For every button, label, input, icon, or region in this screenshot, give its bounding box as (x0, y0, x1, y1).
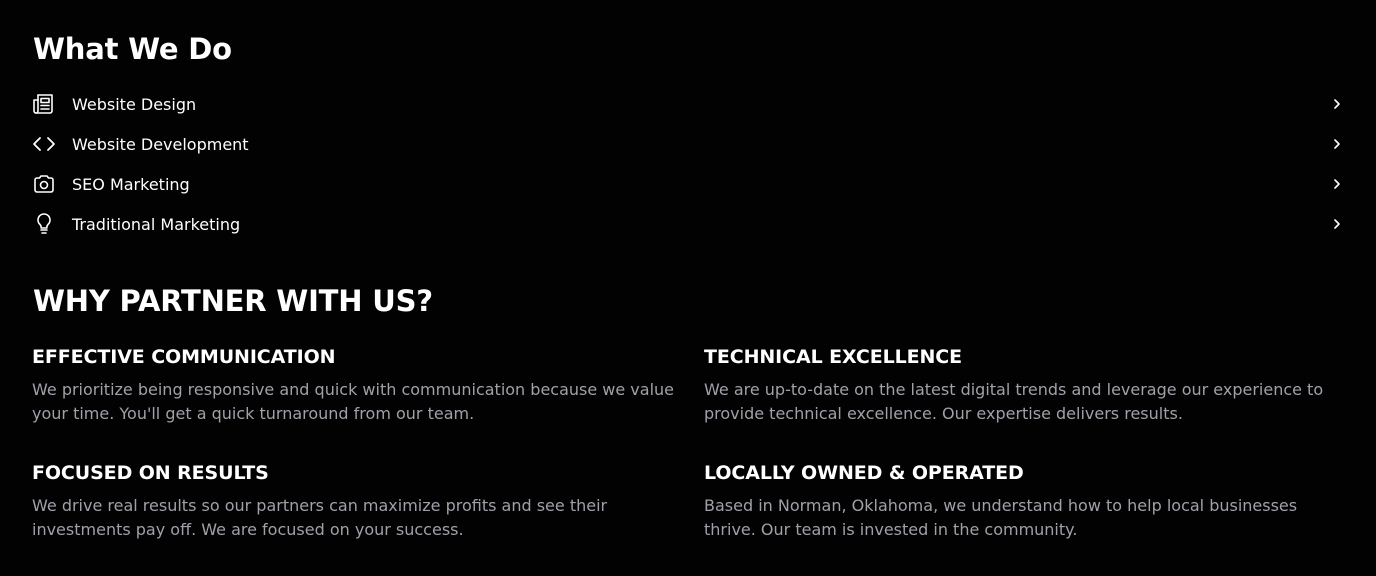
services-list: Website Design Website Development SEO M… (32, 84, 1344, 244)
feature-body: We are up-to-date on the latest digital … (704, 380, 1324, 423)
service-item-seo-marketing[interactable]: SEO Marketing (32, 164, 1344, 204)
service-item-website-development[interactable]: Website Development (32, 124, 1344, 164)
page: What We Do Website Design Website Develo… (0, 0, 1376, 576)
code-icon (32, 132, 56, 156)
chevron-right-icon[interactable] (1330, 176, 1344, 192)
feature-body: We drive real results so our partners ca… (32, 496, 608, 539)
feature-locally-owned: LOCALLY OWNED & OPERATED Based in Norman… (704, 462, 1354, 542)
feature-focused-on-results: FOCUSED ON RESULTS We drive real results… (32, 462, 682, 542)
service-label: Website Development (72, 134, 249, 154)
what-we-do-heading: What We Do (33, 32, 232, 66)
newspaper-icon (32, 92, 56, 116)
feature-heading: FOCUSED ON RESULTS (32, 462, 269, 484)
feature-effective-communication: EFFECTIVE COMMUNICATION We prioritize be… (32, 346, 682, 426)
camera-icon (32, 172, 56, 196)
chevron-right-icon[interactable] (1330, 96, 1344, 112)
why-partner-heading: WHY PARTNER WITH US? (33, 284, 433, 318)
service-item-traditional-marketing[interactable]: Traditional Marketing (32, 204, 1344, 244)
feature-body: We prioritize being responsive and quick… (32, 380, 675, 423)
service-item-website-design[interactable]: Website Design (32, 84, 1344, 124)
chevron-right-icon[interactable] (1330, 216, 1344, 232)
feature-heading: EFFECTIVE COMMUNICATION (32, 346, 336, 368)
service-label: SEO Marketing (72, 174, 190, 194)
service-label: Traditional Marketing (72, 214, 241, 234)
chevron-right-icon[interactable] (1330, 136, 1344, 152)
feature-heading: LOCALLY OWNED & OPERATED (704, 462, 1024, 484)
lightbulb-icon (32, 212, 56, 236)
feature-heading: TECHNICAL EXCELLENCE (704, 346, 963, 368)
feature-body: Based in Norman, Oklahoma, we understand… (704, 496, 1298, 539)
feature-technical-excellence: TECHNICAL EXCELLENCE We are up-to-date o… (704, 346, 1354, 426)
service-label: Website Design (72, 94, 197, 114)
